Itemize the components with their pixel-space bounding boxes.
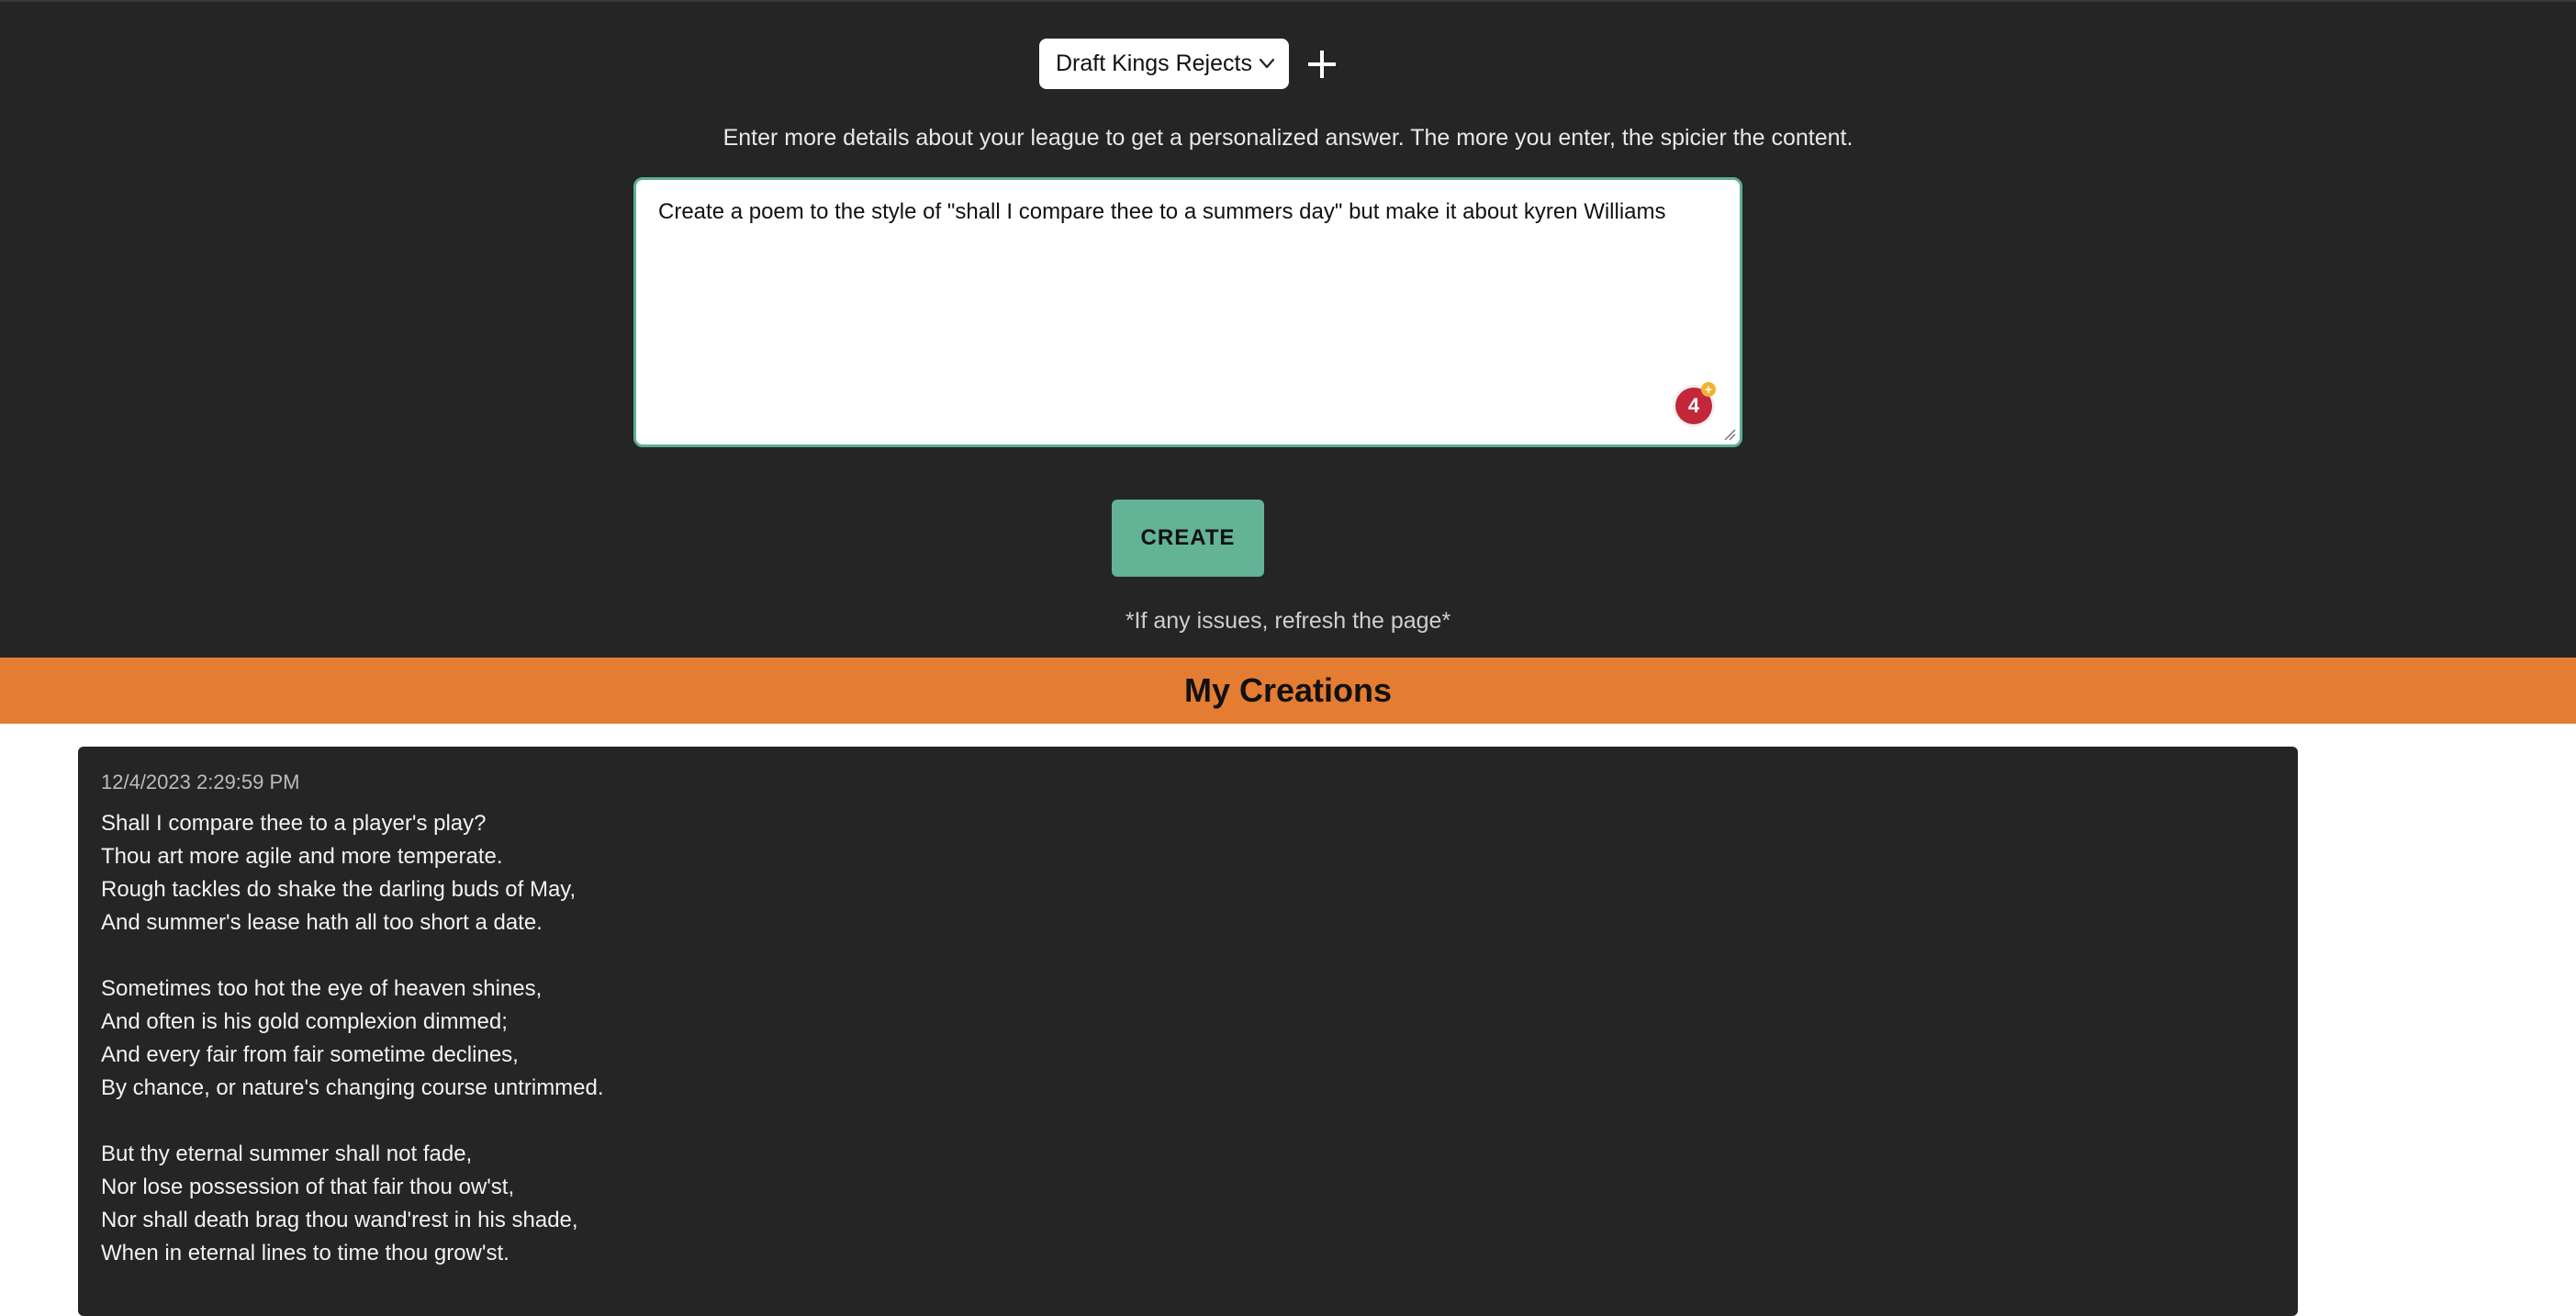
creation-timestamp: 12/4/2023 2:29:59 PM (101, 770, 300, 793)
add-league-button[interactable] (1304, 46, 1340, 83)
poem-line: But thy eternal summer shall not fade, (101, 1142, 473, 1166)
grammar-count: 4 (1687, 394, 1700, 417)
resize-handle-icon[interactable] (1721, 426, 1736, 441)
prompt-text: Create a poem to the style of "shall I c… (658, 199, 1666, 224)
create-button[interactable]: CREATE (1112, 500, 1264, 577)
poem-line: Thou art more agile and more temperate. (101, 844, 503, 869)
grammar-plus-icon: + (1701, 382, 1716, 397)
poem-line: And summer's lease hath all too short a … (101, 910, 543, 935)
league-select[interactable]: Draft Kings Rejects (1039, 39, 1289, 89)
poem-line: Sometimes too hot the eye of heaven shin… (101, 976, 543, 1001)
prompt-textarea[interactable]: Create a poem to the style of "shall I c… (633, 177, 1742, 447)
poem-line: By chance, or nature's changing course u… (101, 1075, 604, 1100)
intro-text: Enter more details about your league to … (722, 125, 1854, 151)
creations-title: My Creations (1183, 671, 1393, 709)
poem-line: Shall I compare thee to a player's play? (101, 811, 487, 836)
poem-line: When in eternal lines to time thou grow'… (101, 1241, 510, 1265)
poem-line: Rough tackles do shake the darling buds … (101, 877, 577, 902)
plus-icon (1308, 50, 1336, 78)
league-select-value: Draft Kings Rejects (1056, 51, 1252, 76)
poem-line: Nor shall death brag thou wand'rest in h… (101, 1208, 578, 1232)
chevron-down-icon (1259, 58, 1275, 69)
creation-poem: Shall I compare thee to a player's play?… (101, 807, 2275, 1270)
league-row: Draft Kings Rejects (1039, 39, 1340, 89)
refresh-note: *If any issues, refresh the page* (1125, 608, 1451, 634)
creation-card: 12/4/2023 2:29:59 PM Shall I compare the… (78, 747, 2298, 1316)
grammar-checker-badge[interactable]: 4 + (1675, 382, 1716, 424)
poem-stanza: But thy eternal summer shall not fade, N… (101, 1138, 2275, 1270)
poem-stanza: Shall I compare thee to a player's play?… (101, 807, 2275, 939)
poem-stanza: Sometimes too hot the eye of heaven shin… (101, 973, 2275, 1105)
creations-header: My Creations (0, 658, 2576, 724)
input-section: Draft Kings Rejects Enter more details a… (0, 0, 2576, 658)
poem-line: Nor lose possession of that fair thou ow… (101, 1175, 515, 1199)
poem-line: And often is his gold complexion dimmed; (101, 1009, 508, 1034)
poem-line: And every fair from fair sometime declin… (101, 1042, 519, 1067)
